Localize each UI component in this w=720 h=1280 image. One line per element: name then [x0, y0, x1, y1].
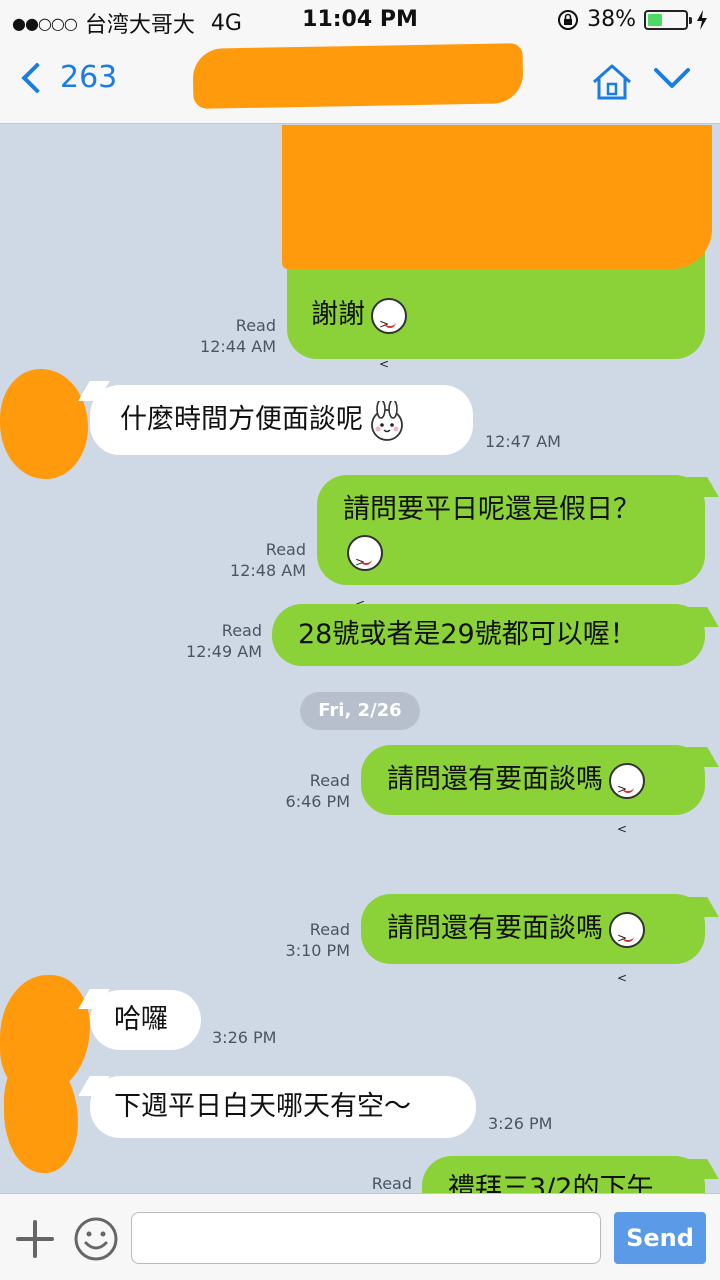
read-receipt: Read [235, 316, 276, 335]
message-time: 6:46 PM [285, 792, 350, 811]
rotation-lock-icon [558, 9, 579, 30]
date-separator: Fri, 2/26 [300, 692, 420, 730]
unread-count: 263 [60, 60, 118, 95]
message-time: 3:10 PM [285, 941, 350, 960]
message-time: 12:44 AM [200, 337, 276, 356]
message-bubble-incoming[interactable]: 什麼時間方便面談呢 [90, 385, 473, 455]
emoji-icon[interactable] [73, 1216, 119, 1262]
message-bubble-outgoing[interactable]: 28號或者是29號都可以喔！ [272, 604, 705, 666]
message-meta: Read 12:44 AM [176, 315, 276, 357]
message-text: 請問還有要面談嗎 [387, 913, 603, 944]
message-input[interactable] [131, 1212, 601, 1264]
bunny-sticker-icon [371, 400, 403, 441]
home-icon[interactable] [590, 62, 634, 102]
back-button[interactable]: 263 [18, 60, 117, 95]
plus-icon[interactable] [16, 1220, 54, 1258]
message-time: 12:47 AM [485, 432, 561, 451]
message-bubble-incoming[interactable]: 哈囉 [90, 990, 201, 1050]
message-text: 下週平日白天哪天有空～ [114, 1091, 411, 1122]
message-text: 什麼時間方便面談呢 [120, 404, 363, 435]
redacted-contact-name [192, 43, 524, 109]
message-time: 3:26 PM [212, 1028, 277, 1047]
message-text: 禮拜三3/2的下午 [448, 1173, 654, 1193]
smile-squint-icon [347, 534, 383, 625]
redacted-message-content [282, 125, 712, 269]
charging-bolt-icon [697, 9, 707, 30]
message-time: 12:48 AM [230, 561, 306, 580]
send-button[interactable]: Send [614, 1212, 706, 1264]
message-time: 3:26 PM [488, 1114, 553, 1133]
battery-percent: 38% [587, 7, 636, 32]
read-receipt: Read [309, 771, 350, 790]
redacted-avatar [0, 369, 88, 479]
message-bubble-outgoing[interactable]: 謝謝 [282, 125, 712, 384]
message-bubble-incoming[interactable]: 下週平日白天哪天有空～ [90, 1076, 476, 1138]
read-receipt: Read [221, 621, 262, 640]
message-bubble-outgoing[interactable]: 禮拜三3/2的下午 [422, 1156, 705, 1193]
battery-icon [644, 9, 692, 30]
message-text: 請問要平日呢還是假日？ [343, 494, 640, 525]
smile-squint-icon [371, 297, 407, 384]
message-time: 12:49 AM [186, 642, 262, 661]
chat-header: 263 [0, 40, 720, 124]
message-text: 哈囉 [114, 1004, 168, 1035]
chevron-down-icon[interactable] [652, 64, 692, 94]
message-composer: Send [0, 1193, 720, 1280]
message-meta: Read 6:46 PM [250, 770, 350, 812]
smile-squint-icon [609, 762, 645, 849]
message-text: 請問還有要面談嗎 [387, 764, 603, 795]
status-bar: ●●○○○ 台湾大哥大 4G 11:04 PM 38% [0, 0, 720, 40]
read-receipt: Read [309, 920, 350, 939]
message-list[interactable]: 謝謝 Read 12:44 AM 什麼時間方便面談呢 12:47 AM 請問要平… [0, 125, 720, 1193]
message-meta: Read 12:48 AM [206, 539, 306, 581]
message-text: 謝謝 [311, 299, 365, 330]
message-bubble-outgoing[interactable]: 請問要平日呢還是假日？ [317, 475, 705, 625]
message-bubble-outgoing[interactable]: 請問還有要面談嗎 [361, 745, 705, 849]
message-meta: Read 3:10 PM [250, 919, 350, 961]
smile-squint-icon [609, 911, 645, 998]
read-receipt: Read [265, 540, 306, 559]
message-meta: Read 12:49 AM [162, 620, 262, 662]
chevron-left-icon [21, 61, 53, 94]
read-receipt: Read [371, 1174, 412, 1193]
message-text: 28號或者是29號都可以喔！ [298, 619, 637, 650]
message-bubble-outgoing[interactable]: 請問還有要面談嗎 [361, 894, 705, 998]
